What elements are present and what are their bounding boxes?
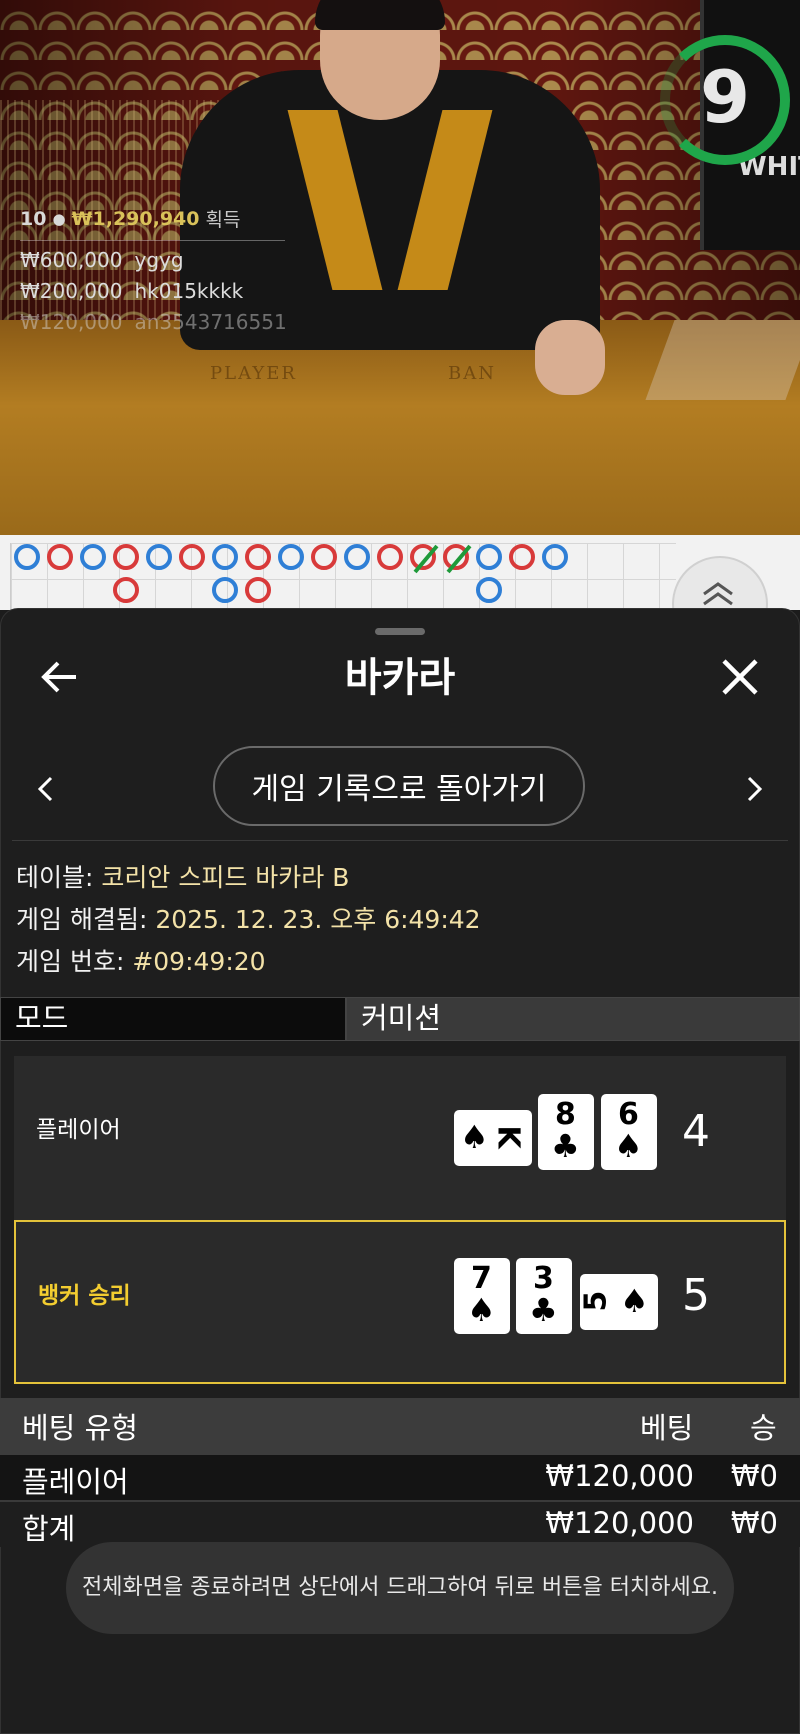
winner-user: an3543716551 [134,310,287,334]
banker-score: 5 [682,1270,710,1321]
banker-hand-label: 뱅커 승리 [38,1283,131,1309]
winner-row: ₩200,000 hk015kkkk [20,279,285,303]
countdown-timer: 9 [699,55,751,139]
header-bet: 베팅 [640,1411,694,1445]
bead-blue [80,544,106,570]
total-label: 합계 [22,1512,76,1546]
total-bet: ₩120,000 [545,1506,694,1540]
bead-blue [146,544,172,570]
card-rank: 6 [618,1097,639,1132]
fullscreen-toast: 전체화면을 종료하려면 상단에서 드래그하여 뒤로 버튼을 터치하세요. [66,1542,734,1634]
header-bet-type: 베팅 유형 [22,1411,138,1445]
back-to-history-button[interactable]: 게임 기록으로 돌아가기 [213,746,585,826]
bead-red [179,544,205,570]
winner-amount: ₩600,000 [20,248,123,272]
card-rank: 5 [578,1290,614,1312]
winners-list: 10 ● ₩1,290,940 획득 ₩600,000 ygyg ₩200,00… [20,205,287,334]
bet-amount: ₩120,000 [545,1459,694,1493]
resolved-value: 2025. 12. 23. 오후 6:49:42 [155,905,481,934]
table-info: 테이블: 코리안 스피드 바카라 B [16,858,349,894]
divider [12,840,788,841]
player-score: 4 [682,1106,710,1157]
bead-blue [542,544,568,570]
bet-type: 플레이어 [22,1465,129,1499]
card-banker-3: 5 ♠ [578,1274,658,1330]
bead-blue [344,544,370,570]
resolved-label: 게임 해결됨: [16,905,148,934]
bead-red [410,544,439,574]
bead-blue [278,544,304,570]
bead-red [377,544,403,570]
winner-count: 10 [20,207,47,230]
person-icon: ● [52,209,66,228]
bead-red [443,544,472,574]
winner-user: ygyg [134,248,184,272]
bead-blue [212,544,238,570]
bead-red [245,577,271,603]
spade-icon: ♠ [460,1118,489,1156]
header-win: 승 [750,1411,777,1445]
winner-row: ₩120,000 an3543716551 [20,310,287,334]
winner-amount: ₩200,000 [20,279,123,303]
card-rank: K [490,1125,526,1149]
table-value: 코리안 스피드 바카라 B [101,863,350,892]
card-player-3: 6 ♠ [601,1094,657,1170]
total-win: ₩0 [730,1506,778,1540]
winners-total: ₩1,290,940 [71,207,200,230]
winner-user: hk015kkkk [134,279,244,303]
felt-label-banker: BAN [448,363,496,384]
player-hand-label: 플레이어 [36,1117,121,1143]
club-icon: ♣ [551,1127,580,1165]
resolved-info: 게임 해결됨: 2025. 12. 23. 오후 6:49:42 [16,900,481,936]
chevron-left-icon[interactable] [30,772,60,806]
win-amount: ₩0 [730,1459,778,1493]
bead-blue [14,544,40,570]
spade-icon: ♠ [614,1127,643,1165]
table-label: 테이블: [16,863,94,892]
winners-header: 10 ● ₩1,290,940 획득 [20,205,285,241]
card-rank: 7 [471,1261,492,1296]
bead-blue [476,544,502,570]
card-banker-1: 7 ♠ [454,1258,510,1334]
bead-blue [476,577,502,603]
player-hand: 플레이어 ♠ K 8 ♣ 6 ♠ 4 [14,1056,786,1220]
card-player-1: ♠ K [454,1110,532,1166]
banker-hand: 뱅커 승리 7 ♠ 3 ♣ 5 ♠ 5 [14,1220,786,1384]
winner-amount: ₩120,000 [20,310,123,334]
bead-red [311,544,337,570]
card-rank: 8 [555,1097,576,1132]
club-icon: ♣ [529,1291,558,1329]
sheet-title: 바카라 [344,655,456,701]
table-row-total: 합계 ₩120,000 ₩0 [0,1502,800,1547]
live-video-feed: PLAYER BAN WHIT 9 10 ● ₩1,290,940 획득 ₩60… [0,0,800,535]
drag-handle[interactable] [375,628,425,635]
mode-label: 모드 [0,997,346,1041]
bead-red [113,544,139,570]
card-rank: 3 [533,1261,554,1296]
chevron-up-icon [703,582,733,606]
mode-value: 커미션 [346,997,800,1041]
bead-red [245,544,271,570]
winners-label: 획득 [205,209,241,231]
chevron-right-icon[interactable] [740,772,770,806]
bead-red [113,577,139,603]
felt-label-player: PLAYER [210,363,297,384]
winner-row: ₩600,000 ygyg [20,248,285,272]
game-number-label: 게임 번호: [16,947,125,976]
bead-red [509,544,535,570]
table-row: 플레이어 ₩120,000 ₩0 [0,1455,800,1502]
game-number-value: #09:49:20 [132,947,266,976]
game-number-info: 게임 번호: #09:49:20 [16,942,266,978]
spade-icon: ♠ [620,1282,649,1320]
spade-icon: ♠ [467,1291,496,1329]
bead-red [47,544,73,570]
bead-blue [212,577,238,603]
card-player-2: 8 ♣ [538,1094,594,1170]
close-icon[interactable] [718,655,762,699]
card-banker-2: 3 ♣ [516,1258,572,1334]
road-grid [10,543,676,610]
